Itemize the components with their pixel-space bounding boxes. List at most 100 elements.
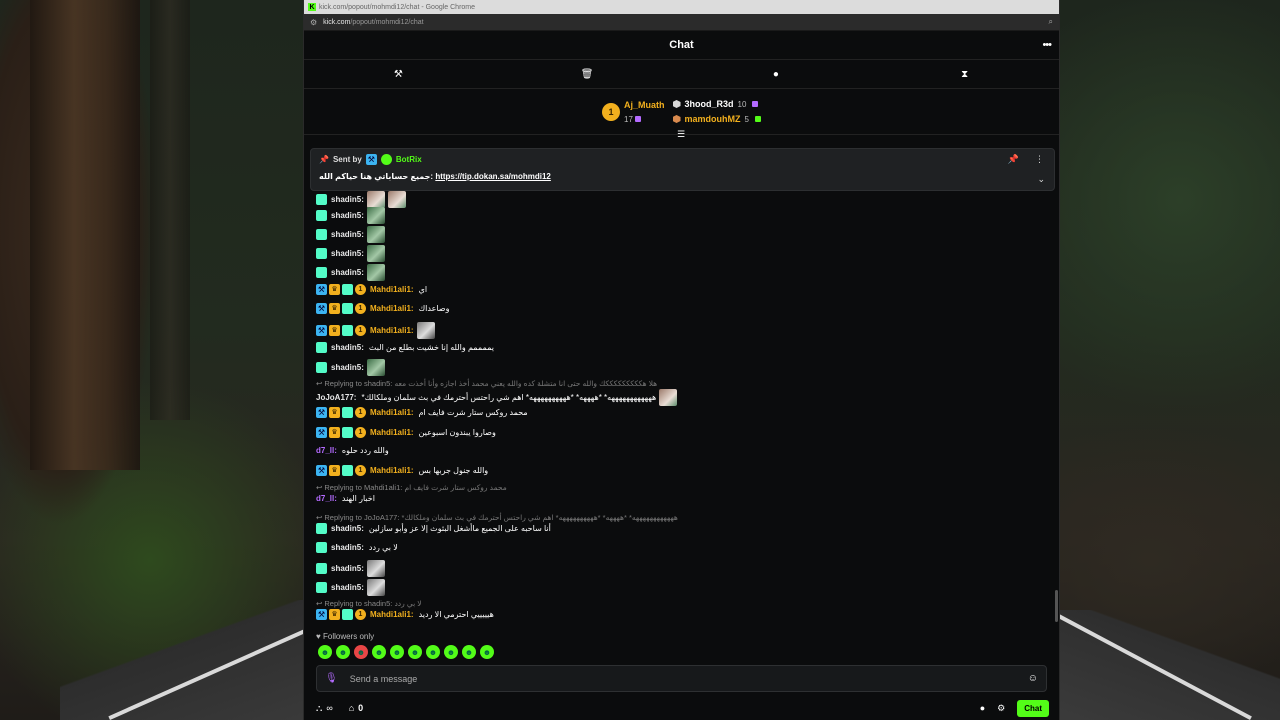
quick-emote[interactable]: ☻: [372, 645, 386, 659]
chat-message-list[interactable]: shadin5: shadin5: shadin5: shadin5: shad…: [304, 190, 1061, 625]
subscriber-badge-icon: [342, 407, 353, 418]
chat-bubble-icon[interactable]: ●: [980, 703, 985, 713]
chat-message[interactable]: shadin5: أنا ساحبه على الجميع ماأشغل الب…: [316, 523, 551, 534]
chat-username[interactable]: Mahdi1ali1:: [370, 304, 414, 313]
leaderboard-second[interactable]: 3hood_R3d 10: [672, 99, 761, 109]
chat-mode-button[interactable]: ●: [682, 69, 871, 80]
send-message-input[interactable]: [349, 673, 1028, 684]
chat-username[interactable]: shadin5:: [331, 363, 364, 372]
chat-username[interactable]: Mahdi1ali1:: [370, 428, 414, 437]
chat-username[interactable]: shadin5:: [331, 211, 364, 220]
road: [60, 600, 320, 720]
chat-message[interactable]: shadin5: يممممم والله إنا خشيت بطلع من ا…: [316, 342, 494, 353]
chat-username[interactable]: d7_ll:: [316, 494, 337, 503]
pinned-more-icon[interactable]: ⋮: [1035, 154, 1044, 165]
settings-gear-icon[interactable]: ⚙: [997, 703, 1005, 714]
quick-emote[interactable]: ☻: [480, 645, 494, 659]
chat-username[interactable]: shadin5:: [331, 524, 364, 533]
gifter-badge-icon: 1: [355, 407, 366, 418]
emote-image: [366, 560, 385, 577]
emoji-picker-icon[interactable]: ☺: [1028, 673, 1038, 684]
chevron-down-icon[interactable]: ⌄: [1037, 174, 1045, 185]
chat-username[interactable]: shadin5:: [331, 343, 364, 352]
chat-message[interactable]: ⚒ ♛ 1 Mahdi1ali1: والله جنول جربها بس: [316, 465, 488, 476]
quick-emote[interactable]: ☻: [354, 645, 368, 659]
quick-emote[interactable]: ☻: [426, 645, 440, 659]
emote-image: [366, 579, 385, 596]
reply-context[interactable]: ↩ Replying to shadin5: هلا هكككككككككك و…: [316, 379, 657, 388]
vip-crown-icon: ♛: [329, 303, 340, 314]
quick-emote[interactable]: ☻: [318, 645, 332, 659]
reply-context[interactable]: ↩ Replying to shadin5: لا بي ردد: [316, 599, 422, 608]
subscriber-badge-icon: [316, 342, 327, 353]
quick-emote[interactable]: ☻: [444, 645, 458, 659]
microphone-icon[interactable]: 🎙: [325, 673, 338, 684]
chat-message[interactable]: ⚒ ♛ 1 Mahdi1ali1: وصاعداك: [316, 303, 449, 314]
address-bar[interactable]: ⚙ kick.com/popout/mohmdi12/chat ⌕: [304, 14, 1059, 31]
chat-message[interactable]: shadin5:: [316, 207, 385, 224]
chat-message[interactable]: ⚒ ♛ 1 Mahdi1ali1:: [316, 322, 435, 339]
chat-message-text: والله جنول جربها بس: [418, 466, 489, 475]
chat-message[interactable]: ⚒ ♛ 1 Mahdi1ali1: اي: [316, 284, 427, 295]
chat-username[interactable]: Mahdi1ali1:: [370, 610, 414, 619]
chat-message[interactable]: shadin5: لا بي ردد: [316, 542, 398, 553]
unpin-icon[interactable]: 📌: [1008, 154, 1019, 165]
reply-context[interactable]: ↩ Replying to Mahdi1ali1: محمد روكس ستار…: [316, 483, 507, 492]
store-icon[interactable]: ⌂: [349, 703, 354, 713]
users-icon[interactable]: ⛬: [316, 703, 322, 714]
window-titlebar[interactable]: K kick.com/popout/mohmdi12/chat - Google…: [304, 0, 1059, 14]
chat-message[interactable]: shadin5:: [316, 245, 385, 262]
slow-mode-button[interactable]: ⧗: [870, 69, 1059, 80]
quick-emote[interactable]: ☻: [336, 645, 350, 659]
chat-message[interactable]: shadin5:: [316, 191, 406, 208]
bronze-hexagon-icon: [672, 115, 681, 123]
chat-username[interactable]: Mahdi1ali1:: [370, 326, 414, 335]
chat-username[interactable]: JoJoA177:: [316, 393, 356, 402]
pinned-bot-name[interactable]: BotRix: [396, 155, 422, 164]
emote-image: [366, 207, 385, 224]
reply-context[interactable]: ↩ Replying to JoJoA177: *ههههههههههههه* …: [316, 513, 678, 522]
chat-username[interactable]: Mahdi1ali1:: [370, 285, 414, 294]
gifter-badge-icon: 1: [355, 284, 366, 295]
chat-message[interactable]: ⚒ ♛ 1 Mahdi1ali1: محمد روكس ستار شرت فاي…: [316, 407, 528, 418]
collapse-leaderboard-icon[interactable]: ☰: [677, 129, 685, 140]
chat-username[interactable]: shadin5:: [331, 195, 364, 204]
chat-scrollbar[interactable]: [1055, 590, 1058, 622]
chat-username[interactable]: shadin5:: [331, 249, 364, 258]
chat-username[interactable]: shadin5:: [331, 564, 364, 573]
chat-username[interactable]: d7_ll:: [316, 446, 337, 455]
chat-username[interactable]: shadin5:: [331, 230, 364, 239]
chat-message[interactable]: shadin5:: [316, 560, 385, 577]
quick-emote[interactable]: ☻: [462, 645, 476, 659]
chat-message[interactable]: shadin5:: [316, 264, 385, 281]
pinned-link[interactable]: https://tip.dokan.sa/mohmdi12: [435, 172, 551, 181]
chat-message[interactable]: d7_ll: والله ردد حلوه: [316, 446, 389, 455]
chat-message[interactable]: ⚒ ♛ 1 Mahdi1ali1: وصاروا يبندون اسبوعين: [316, 427, 496, 438]
leaderboard-third[interactable]: mamdouhMZ 5: [672, 114, 761, 124]
emote-image: [416, 322, 435, 339]
chat-message[interactable]: shadin5:: [316, 359, 385, 376]
send-chat-button[interactable]: Chat: [1017, 699, 1049, 717]
chat-message[interactable]: d7_ll: اخبار الهند: [316, 494, 375, 503]
clear-chat-button[interactable]: 🗑: [493, 69, 682, 80]
chat-username[interactable]: shadin5:: [331, 583, 364, 592]
quick-emote[interactable]: ☻: [408, 645, 422, 659]
chat-message[interactable]: shadin5:: [316, 226, 385, 243]
chat-username[interactable]: Mahdi1ali1:: [370, 466, 414, 475]
reply-context-text: هلا هكككككككككك والله حتى انا متشلة كده …: [394, 379, 658, 388]
reply-label: Replying to Mahdi1ali1:: [324, 483, 403, 492]
quick-emote[interactable]: ☻: [390, 645, 404, 659]
subscriber-badge-icon: [316, 210, 327, 221]
site-info-icon[interactable]: ⚙: [310, 18, 317, 27]
chat-message-text: والله ردد حلوه: [341, 446, 389, 455]
chat-message[interactable]: ⚒ ♛ 1 Mahdi1ali1: هيييييي احترمي الا ردي…: [316, 609, 494, 620]
chat-username[interactable]: Mahdi1ali1:: [370, 408, 414, 417]
ban-hammer-button[interactable]: ⚒: [304, 69, 493, 80]
chat-message[interactable]: JoJoA177: *ههههههههههههه* *ههههه* *ههههه…: [316, 389, 678, 406]
chat-message[interactable]: shadin5:: [316, 579, 385, 596]
chat-username[interactable]: shadin5:: [331, 268, 364, 277]
more-options-icon[interactable]: •••: [1042, 39, 1052, 51]
zoom-icon[interactable]: ⌕: [1049, 17, 1053, 27]
leaderboard-first[interactable]: 1 Aj_Muath 17: [602, 100, 665, 124]
chat-username[interactable]: shadin5:: [331, 543, 364, 552]
